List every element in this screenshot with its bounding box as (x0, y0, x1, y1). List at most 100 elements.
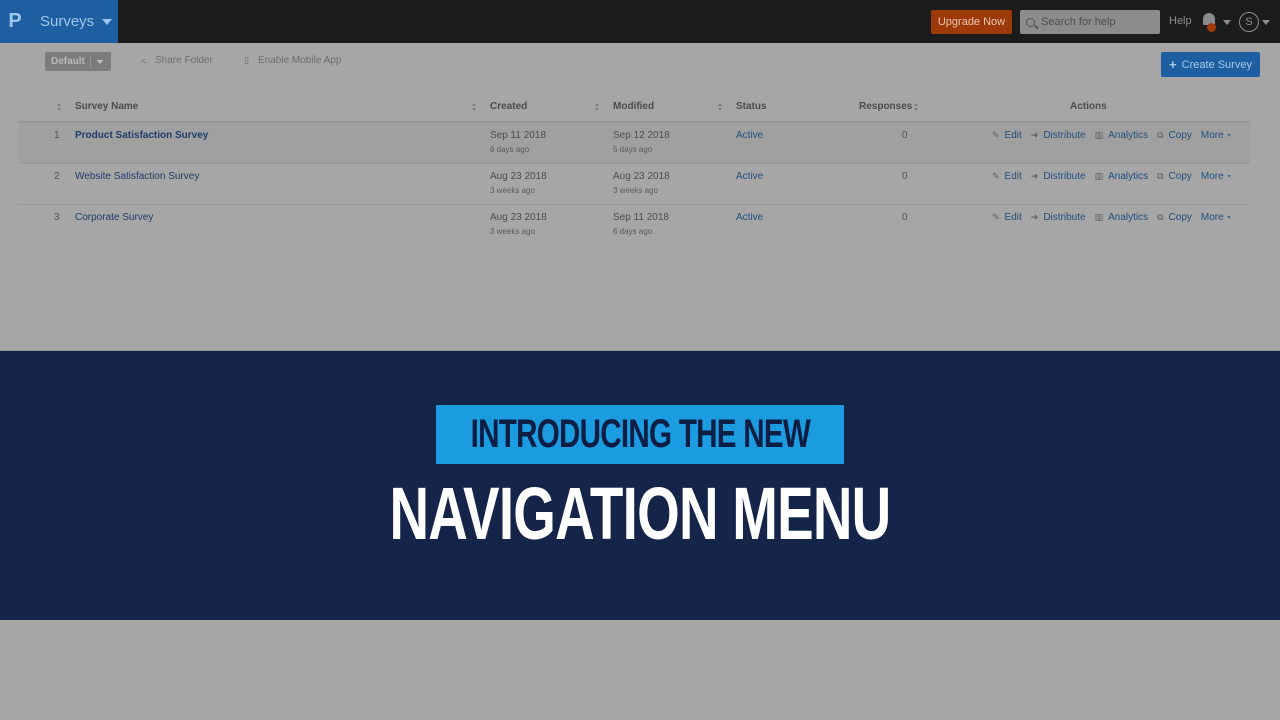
edit-action[interactable]: ✎ Edit (992, 171, 1022, 182)
created-relative: 6 days ago (490, 145, 530, 154)
analytics-label: Analytics (1108, 130, 1149, 141)
modified-relative: 3 weeks ago (613, 186, 658, 195)
distribute-action[interactable]: ➜ Distribute (1031, 130, 1086, 141)
upgrade-now-button[interactable]: Upgrade Now (931, 10, 1012, 34)
create-survey-label: Create Survey (1181, 58, 1252, 71)
edit-label: Edit (1004, 130, 1022, 141)
created-date: Aug 23 2018 3 weeks ago (490, 171, 547, 195)
table-row: 3 Corporate Survey Aug 23 2018 3 weeks ag… (18, 205, 1250, 246)
responses-count: 0 (902, 171, 908, 182)
notifications-bell-icon[interactable] (1201, 11, 1217, 32)
bar-chart-icon: ▥ (1094, 171, 1104, 181)
analytics-action[interactable]: ▥ Analytics (1095, 212, 1149, 223)
surveys-app-switcher[interactable]: P Surveys (0, 0, 118, 43)
copy-action[interactable]: ⧉ Copy (1157, 171, 1192, 182)
status-label: Active (736, 130, 764, 141)
chevron-down-icon[interactable] (1262, 20, 1270, 25)
mobile-phone-icon: ▯ (244, 55, 249, 65)
intro-highlight-box: INTRODUCING THE NEW (436, 405, 844, 464)
surveys-table: Survey Name Created Modified Status Resp… (18, 94, 1250, 246)
sort-icon[interactable] (57, 103, 62, 112)
row-number: 2 (54, 171, 60, 182)
table-row: 2 Website Satisfaction Survey Aug 23 201… (18, 164, 1250, 205)
column-header-status[interactable]: Status (736, 101, 767, 112)
copy-label: Copy (1168, 171, 1192, 182)
copy-icon: ⧉ (1157, 171, 1164, 181)
distribute-icon: ➜ (1030, 130, 1039, 140)
copy-action[interactable]: ⧉ Copy (1157, 130, 1192, 141)
survey-name-link[interactable]: Corporate Survey (75, 212, 153, 223)
create-survey-button[interactable]: + Create Survey (1161, 52, 1260, 77)
created-relative: 3 weeks ago (490, 227, 535, 236)
chevron-down-icon (1226, 175, 1231, 178)
chevron-down-icon[interactable] (1223, 20, 1231, 25)
sort-icon[interactable] (472, 103, 477, 112)
divider (90, 55, 91, 68)
user-avatar[interactable]: S (1239, 12, 1259, 32)
share-folder-label: Share Folder (155, 55, 213, 66)
intro-text: INTRODUCING THE NEW (470, 412, 810, 456)
responses-count: 0 (902, 212, 908, 223)
analytics-label: Analytics (1108, 212, 1149, 223)
chevron-down-icon (1226, 134, 1231, 137)
sort-icon[interactable] (914, 103, 919, 112)
row-actions: ✎ Edit ➜ Distribute ▥ Analytics ⧉ Copy More (992, 212, 1240, 223)
modified-date-value: Aug 23 2018 (613, 171, 670, 182)
sort-icon[interactable] (595, 103, 600, 112)
distribute-label: Distribute (1043, 212, 1086, 223)
survey-name-link[interactable]: Website Satisfaction Survey (75, 171, 199, 182)
created-date-value: Aug 23 2018 (490, 212, 547, 223)
edit-action[interactable]: ✎ Edit (992, 212, 1022, 223)
help-search-box[interactable] (1020, 10, 1160, 34)
pencil-icon: ✎ (992, 130, 1000, 140)
folder-select-label: Default (51, 56, 85, 67)
analytics-action[interactable]: ▥ Analytics (1095, 130, 1149, 141)
created-date-value: Aug 23 2018 (490, 171, 547, 182)
column-header-modified[interactable]: Modified (613, 101, 654, 112)
plus-icon: + (1169, 57, 1177, 72)
column-header-created[interactable]: Created (490, 101, 527, 112)
folder-select[interactable]: Default (45, 52, 111, 71)
modified-date: Sep 12 2018 5 days ago (613, 130, 670, 154)
sort-icon[interactable] (718, 103, 723, 112)
copy-action[interactable]: ⧉ Copy (1157, 212, 1192, 223)
analytics-label: Analytics (1108, 171, 1149, 182)
pencil-icon: ✎ (992, 171, 1000, 181)
table-row: 1 Product Satisfaction Survey Sep 11 201… (18, 123, 1250, 164)
created-relative: 3 weeks ago (490, 186, 535, 195)
table-header: Survey Name Created Modified Status Resp… (18, 94, 1250, 123)
status-label: Active (736, 171, 764, 182)
distribute-icon: ➜ (1030, 171, 1039, 181)
bar-chart-icon: ▥ (1094, 130, 1104, 140)
more-action[interactable]: More (1201, 212, 1231, 223)
app-logo-icon: P (8, 10, 22, 32)
modified-date: Sep 11 2018 6 days ago (613, 212, 669, 236)
share-folder-link[interactable]: < Share Folder (141, 55, 213, 66)
announcement-banner: INTRODUCING THE NEW NAVIGATION MENU (0, 351, 1280, 620)
copy-label: Copy (1168, 130, 1192, 141)
top-navigation-bar: P Surveys Upgrade Now Help S (0, 0, 1280, 43)
more-label: More (1200, 130, 1224, 141)
distribute-icon: ➜ (1030, 212, 1039, 222)
row-actions: ✎ Edit ➜ Distribute ▥ Analytics ⧉ Copy More (992, 171, 1240, 182)
search-input[interactable] (1041, 16, 1151, 28)
column-header-responses[interactable]: Responses (859, 101, 912, 112)
row-number: 1 (54, 130, 60, 141)
distribute-label: Distribute (1043, 130, 1086, 141)
row-number: 3 (54, 212, 60, 223)
modified-relative: 6 days ago (613, 227, 653, 236)
more-action[interactable]: More (1201, 130, 1231, 141)
chevron-down-icon (97, 59, 103, 64)
help-link[interactable]: Help (1169, 15, 1192, 27)
analytics-action[interactable]: ▥ Analytics (1095, 171, 1149, 182)
copy-icon: ⧉ (1157, 212, 1164, 222)
survey-name-link[interactable]: Product Satisfaction Survey (75, 130, 208, 141)
enable-mobile-app-link[interactable]: ▯ Enable Mobile App (244, 55, 341, 66)
enable-mobile-label: Enable Mobile App (258, 55, 342, 66)
column-header-survey-name[interactable]: Survey Name (75, 101, 138, 112)
search-icon (1026, 17, 1035, 27)
edit-action[interactable]: ✎ Edit (992, 130, 1022, 141)
distribute-action[interactable]: ➜ Distribute (1031, 171, 1086, 182)
distribute-action[interactable]: ➜ Distribute (1031, 212, 1086, 223)
more-action[interactable]: More (1201, 171, 1231, 182)
